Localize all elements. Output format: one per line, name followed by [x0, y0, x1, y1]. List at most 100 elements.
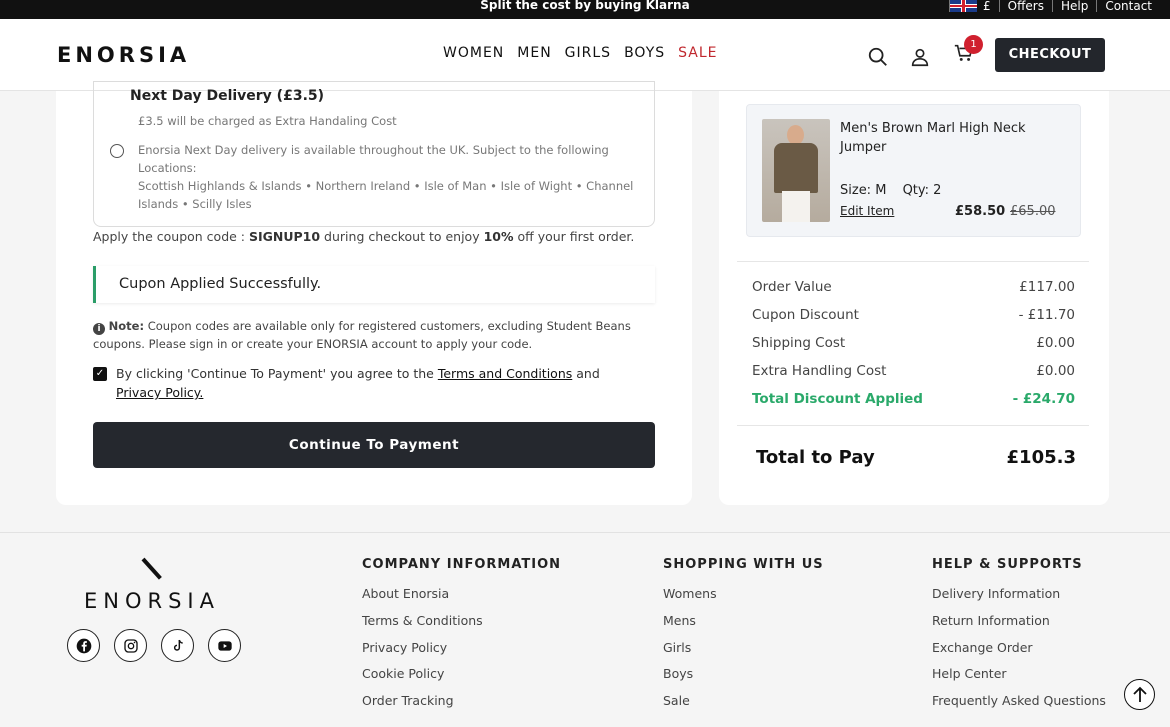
footer-link-boys[interactable]: Boys [663, 666, 824, 693]
nav-girls[interactable]: GIRLS [565, 45, 611, 61]
terms-checkbox[interactable]: ✓ [93, 367, 107, 381]
footer-logo[interactable]: ENORSIA [84, 589, 220, 613]
summary-extra-handling: Extra Handling Cost £0.00 [752, 363, 1075, 379]
currency-symbol: £ [983, 0, 991, 13]
summary-total-discount: Total Discount Applied - £24.70 [752, 391, 1075, 407]
instagram-icon[interactable] [114, 629, 147, 662]
site-footer: ENORSIA COMPANY INFORMATION About Enorsi… [0, 532, 1170, 727]
summary-value: - £24.70 [1012, 391, 1075, 407]
help-link[interactable]: Help [1051, 0, 1096, 12]
delivery-radio[interactable] [110, 144, 124, 158]
summary-order-value: Order Value £117.00 [752, 279, 1075, 295]
footer-company-column: COMPANY INFORMATION About Enorsia Terms … [362, 557, 561, 720]
announcement-bar: Split the cost by buying Klarna £ Offers… [0, 0, 1170, 19]
footer-link-terms[interactable]: Terms & Conditions [362, 613, 561, 640]
summary-divider-bottom [737, 425, 1089, 426]
agree-and: and [572, 366, 600, 381]
coupon-note: i Note: Coupon codes are available only … [93, 317, 658, 353]
main-nav: WOMEN MEN GIRLS BOYS SALE [443, 45, 731, 61]
edit-item-link[interactable]: Edit Item [840, 204, 894, 218]
search-icon[interactable] [867, 46, 889, 68]
footer-link-sale[interactable]: Sale [663, 693, 824, 720]
coupon-mid: during checkout to enjoy [320, 229, 484, 244]
agree-prefix: By clicking 'Continue To Payment' you ag… [116, 366, 438, 381]
footer-link-delivery[interactable]: Delivery Information [932, 586, 1106, 613]
product-name: Men's Brown Marl High Neck Jumper [840, 121, 1026, 155]
nav-women[interactable]: WOMEN [443, 45, 504, 61]
coupon-success-text: Cupon Applied Successfully. [119, 276, 322, 292]
summary-value: - £11.70 [1018, 307, 1075, 323]
product-old-price: £65.00 [1010, 204, 1056, 219]
site-logo[interactable]: ENORSIA [57, 43, 190, 67]
checkout-form-card: Next Day Delivery (£3.5) £3.5 will be ch… [56, 81, 692, 505]
nav-men[interactable]: MEN [517, 45, 551, 61]
footer-link-exchange[interactable]: Exchange Order [932, 640, 1106, 667]
footer-column-title: HELP & SUPPORTS [932, 557, 1083, 572]
footer-link-girls[interactable]: Girls [663, 640, 824, 667]
topbar-links: £ Offers Help Contact [941, 0, 1160, 19]
total-to-pay: Total to Pay £105.3 [756, 447, 1076, 468]
footer-link-returns[interactable]: Return Information [932, 613, 1106, 640]
product-size: Size: M [840, 183, 887, 198]
note-label: Note: [108, 319, 145, 333]
youtube-icon[interactable] [208, 629, 241, 662]
footer-help-column: HELP & SUPPORTS Delivery Information Ret… [932, 557, 1106, 720]
nav-sale[interactable]: SALE [678, 45, 717, 61]
user-icon[interactable] [909, 46, 931, 68]
summary-label: Shipping Cost [752, 335, 846, 351]
contact-link[interactable]: Contact [1096, 0, 1160, 12]
tiktok-icon[interactable] [161, 629, 194, 662]
currency-selector[interactable]: £ [941, 0, 999, 12]
checkout-button[interactable]: CHECKOUT [995, 38, 1105, 72]
footer-column-title: COMPANY INFORMATION [362, 557, 562, 572]
footer-link-cookie[interactable]: Cookie Policy [362, 666, 561, 693]
product-image [762, 119, 830, 222]
delivery-option-next-day[interactable]: Next Day Delivery (£3.5) £3.5 will be ch… [93, 81, 655, 227]
delivery-desc-locations: Scottish Highlands & Islands • Northern … [138, 179, 634, 211]
continue-to-payment-button[interactable]: Continue To Payment [93, 422, 655, 468]
footer-shopping-column: SHOPPING WITH US Womens Mens Girls Boys … [663, 557, 824, 720]
coupon-code: SIGNUP10 [248, 229, 321, 244]
summary-label: Extra Handling Cost [752, 363, 887, 379]
cart-item: Men's Brown Marl High Neck Jumper Size: … [746, 104, 1081, 237]
total-label: Total to Pay [756, 447, 875, 468]
order-summary-card: Men's Brown Marl High Neck Jumper Size: … [719, 91, 1109, 505]
total-value: £105.3 [1006, 447, 1076, 468]
summary-value: £117.00 [1019, 279, 1075, 295]
summary-shipping-cost: Shipping Cost £0.00 [752, 335, 1075, 351]
delivery-title: Next Day Delivery (£3.5) [130, 88, 325, 104]
coupon-prefix: Apply the coupon code : [93, 229, 249, 244]
terms-agreement: ✓ By clicking 'Continue To Payment' you … [93, 364, 653, 402]
coupon-success-alert: Cupon Applied Successfully. [93, 266, 655, 303]
footer-link-help-center[interactable]: Help Center [932, 666, 1106, 693]
terms-link[interactable]: Terms and Conditions [438, 366, 572, 381]
footer-link-womens[interactable]: Womens [663, 586, 824, 613]
summary-label: Order Value [752, 279, 832, 295]
footer-link-order-tracking[interactable]: Order Tracking [362, 693, 561, 720]
facebook-icon[interactable] [67, 629, 100, 662]
summary-value: £0.00 [1036, 335, 1075, 351]
footer-link-about[interactable]: About Enorsia [362, 586, 561, 613]
footer-link-privacy[interactable]: Privacy Policy [362, 640, 561, 667]
delivery-desc-intro: Enorsia Next Day delivery is available t… [138, 143, 609, 175]
cart-count-badge: 1 [964, 35, 983, 54]
summary-coupon-discount: Cupon Discount - £11.70 [752, 307, 1075, 323]
footer-link-faq[interactable]: Frequently Asked Questions [932, 693, 1106, 720]
footer-logo-mark [141, 557, 162, 580]
summary-divider-top [737, 261, 1089, 262]
offers-link[interactable]: Offers [998, 0, 1052, 12]
info-icon: i [93, 323, 105, 335]
footer-link-mens[interactable]: Mens [663, 613, 824, 640]
coupon-suffix: off your first order. [513, 229, 635, 244]
scroll-to-top-button[interactable] [1124, 679, 1155, 710]
summary-value: £0.00 [1036, 363, 1075, 379]
delivery-cost-note: £3.5 will be charged as Extra Handaling … [138, 114, 397, 128]
note-text: Coupon codes are available only for regi… [93, 319, 631, 351]
coupon-percent: 10% [483, 229, 514, 244]
product-qty: Qty: 2 [902, 183, 942, 198]
nav-boys[interactable]: BOYS [624, 45, 665, 61]
product-meta: Size: M Qty: 2 [840, 183, 953, 198]
privacy-link[interactable]: Privacy Policy. [116, 385, 203, 400]
uk-flag-icon [949, 0, 978, 12]
summary-label: Cupon Discount [752, 307, 859, 323]
